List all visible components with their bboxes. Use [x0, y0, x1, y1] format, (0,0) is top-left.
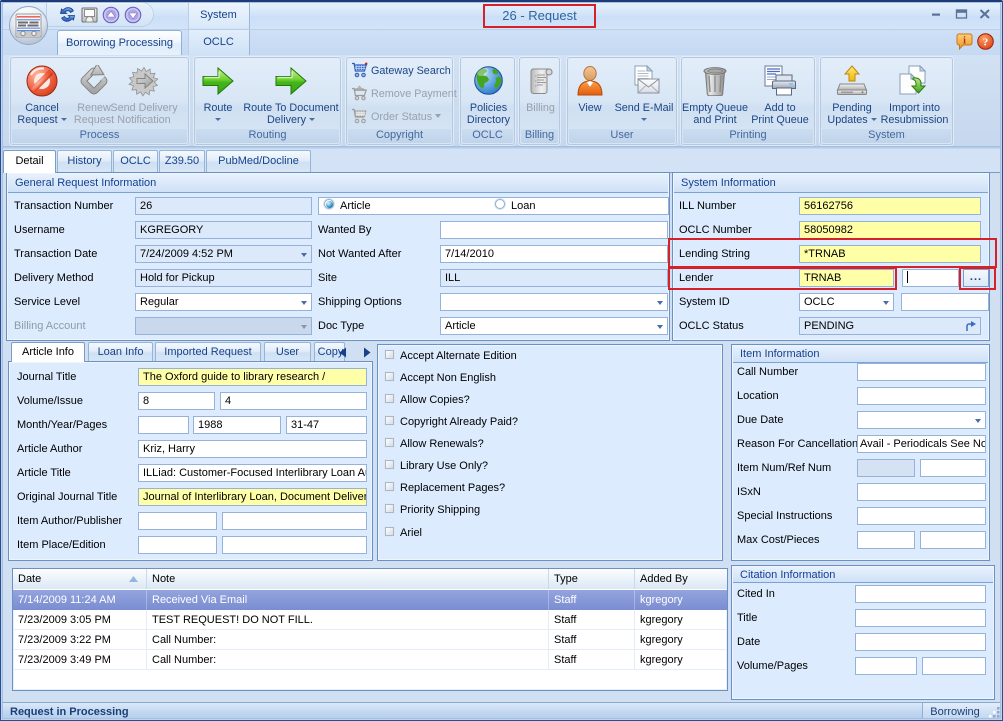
svg-text:i: i [963, 36, 966, 47]
svg-text:?: ? [983, 37, 989, 49]
